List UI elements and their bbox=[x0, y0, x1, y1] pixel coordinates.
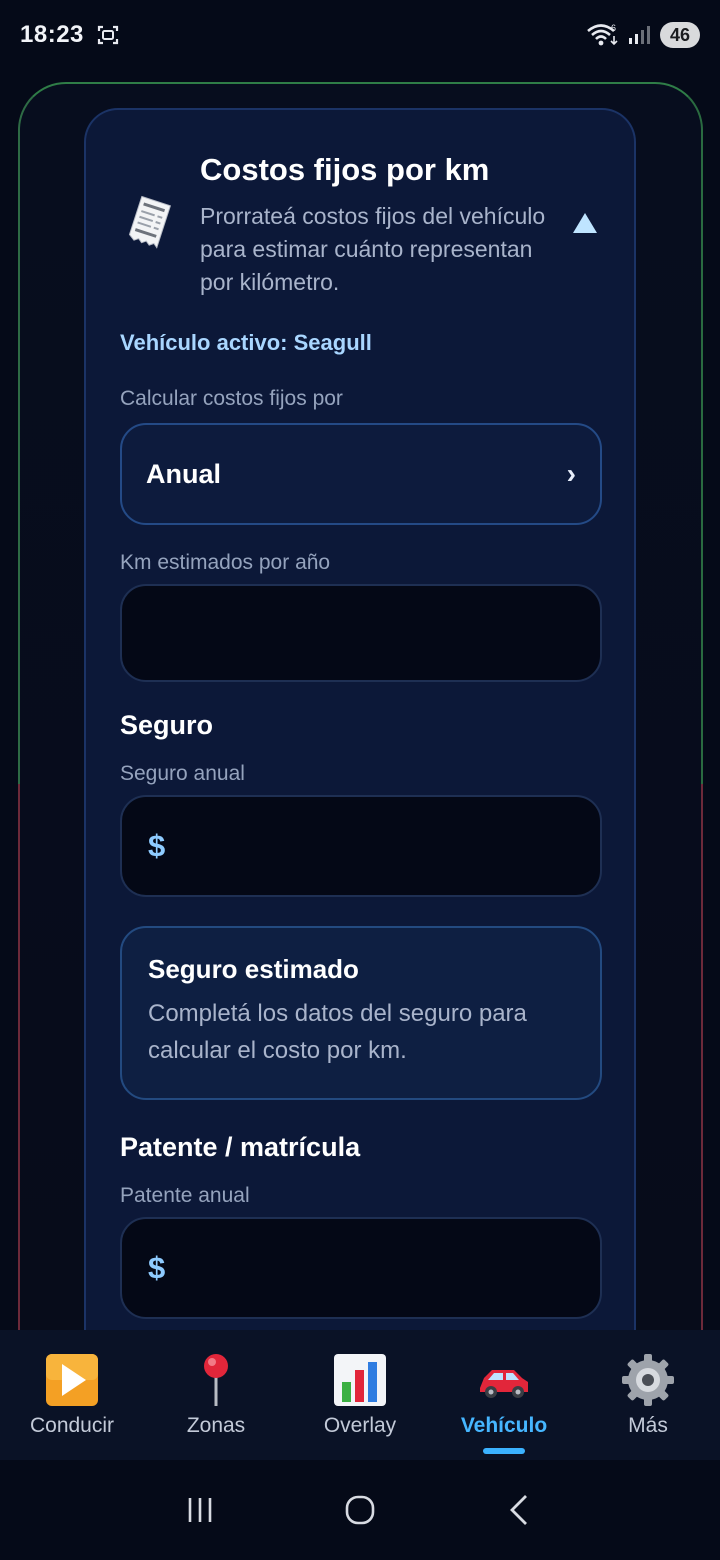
chevron-right-icon: › bbox=[566, 458, 576, 489]
status-indicators: 6 46 bbox=[586, 22, 700, 48]
screenshot-icon bbox=[97, 25, 118, 45]
calc-period-label: Calcular costos fijos por bbox=[120, 387, 343, 410]
active-vehicle-label: Vehículo activo: Seagull bbox=[120, 330, 372, 355]
insurance-section-title: Seguro bbox=[120, 710, 214, 740]
car-icon bbox=[480, 1370, 528, 1398]
nav-label: Más bbox=[628, 1414, 668, 1437]
km-per-year-label: Km estimados por año bbox=[120, 551, 331, 574]
status-bar: 18:23 6 46 bbox=[0, 0, 720, 70]
system-navigation bbox=[0, 1460, 720, 1560]
km-per-year-input[interactable] bbox=[120, 584, 602, 682]
nav-item-conducir[interactable]: Conducir bbox=[7, 1352, 137, 1438]
bottom-navigation: Conducir Zonas Overlay Vehículo Más bbox=[0, 1330, 720, 1460]
nav-item-zonas[interactable]: Zonas bbox=[151, 1352, 281, 1438]
status-time: 18:23 bbox=[20, 21, 84, 48]
card-header[interactable]: Costos fijos por km Prorrateá costos fij… bbox=[86, 110, 634, 310]
nav-label: Conducir bbox=[29, 1414, 115, 1437]
signal-icon bbox=[628, 26, 650, 44]
plate-section-title: Patente / matrícula bbox=[120, 1132, 361, 1162]
nav-label: Vehículo bbox=[460, 1414, 548, 1437]
insurance-estimate-text: Completá los datos del seguro para calcu… bbox=[148, 1000, 527, 1064]
wifi-icon: 6 bbox=[587, 23, 618, 46]
insurance-estimate-box: Seguro estimado Completá los datos del s… bbox=[120, 926, 602, 1100]
collapse-triangle-icon[interactable] bbox=[572, 212, 598, 234]
wifi-badge: 6 bbox=[611, 23, 616, 33]
plate-annual-input[interactable]: $ bbox=[120, 1217, 602, 1319]
plate-annual-label: Patente anual bbox=[120, 1184, 250, 1207]
nav-item-overlay[interactable]: Overlay bbox=[295, 1352, 425, 1438]
card-title: Costos fijos por km bbox=[200, 152, 490, 187]
nav-item-mas[interactable]: Más bbox=[583, 1352, 713, 1438]
insurance-estimate-title: Seguro estimado bbox=[148, 954, 359, 984]
nav-label: Zonas bbox=[186, 1414, 246, 1437]
back-icon[interactable] bbox=[500, 1490, 540, 1530]
battery-indicator: 46 bbox=[659, 22, 700, 48]
insurance-annual-label: Seguro anual bbox=[120, 762, 245, 785]
pin-icon bbox=[204, 1354, 228, 1406]
receipt-icon bbox=[128, 195, 172, 249]
card-description: Prorrateá costos fijos del vehículo para… bbox=[200, 203, 546, 295]
recent-apps-icon[interactable] bbox=[180, 1490, 220, 1530]
fixed-costs-card: Costos fijos por km Prorrateá costos fij… bbox=[84, 108, 636, 1348]
active-tab-indicator bbox=[483, 1448, 525, 1454]
home-icon[interactable] bbox=[340, 1490, 380, 1530]
play-button-icon bbox=[46, 1354, 98, 1406]
currency-symbol: $ bbox=[148, 1250, 166, 1285]
currency-symbol: $ bbox=[148, 828, 166, 863]
gear-icon bbox=[622, 1354, 674, 1406]
nav-item-vehiculo[interactable]: Vehículo bbox=[439, 1352, 569, 1454]
calc-period-value: Anual bbox=[146, 458, 222, 489]
insurance-annual-input[interactable]: $ bbox=[120, 795, 602, 897]
bar-chart-icon bbox=[334, 1354, 386, 1406]
calc-period-select[interactable]: Anual › bbox=[120, 423, 602, 525]
nav-label: Overlay bbox=[323, 1414, 397, 1437]
